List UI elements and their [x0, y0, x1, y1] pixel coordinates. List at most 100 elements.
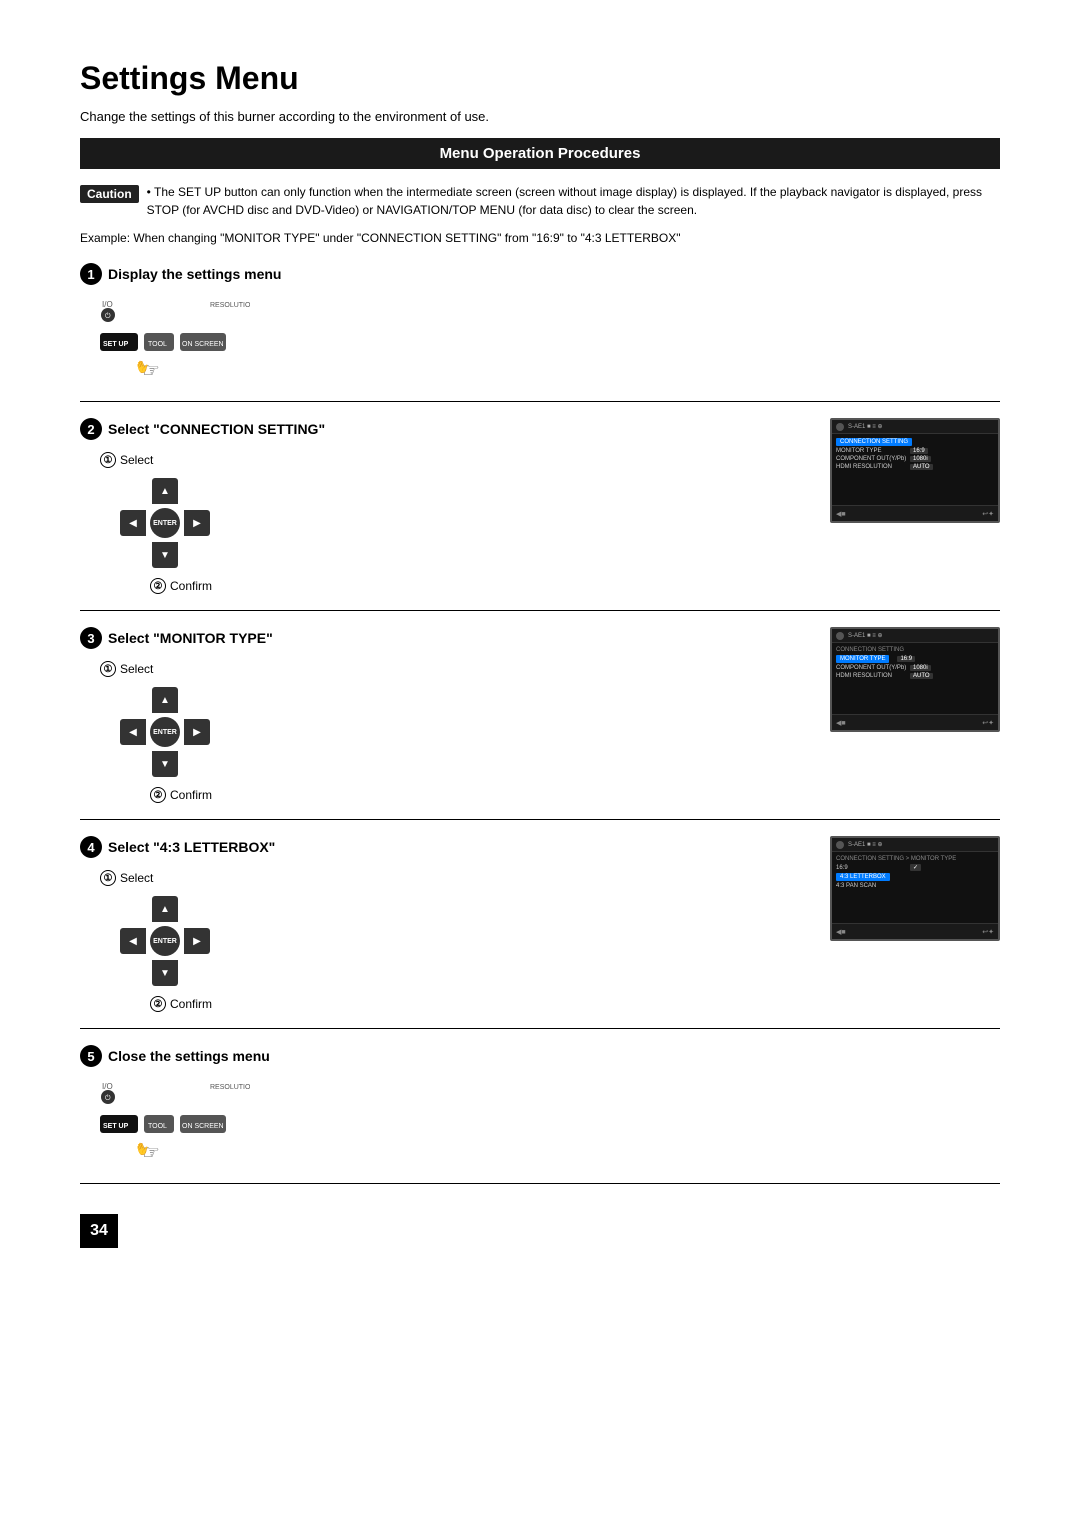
screen-row-2-4: HDMI RESOLUTION AUTO — [836, 464, 994, 470]
svg-text:SET UP: SET UP — [103, 1123, 129, 1130]
svg-text:TOOL: TOOL — [148, 341, 167, 348]
step-2-dpad: ▲ ▼ ◀ ▶ ENTER — [120, 478, 210, 568]
divider-5 — [80, 1183, 1000, 1184]
step-2-row: 2 Select "CONNECTION SETTING" ① Select ▲… — [80, 418, 1000, 594]
step-2-label: Select "CONNECTION SETTING" — [108, 421, 325, 437]
step-4-sub2-label: Confirm — [170, 997, 212, 1011]
screen-label-2-2: COMPONENT OUT(Y/Pb) — [836, 456, 906, 462]
step-4-sub1-label: Select — [120, 871, 153, 885]
screen-body-4: CONNECTION SETTING > MONITOR TYPE 16:9 ✓… — [832, 852, 998, 923]
screen-highlight-4: 4:3 LETTERBOX — [836, 873, 890, 881]
step-3-sub2: ② Confirm — [150, 787, 815, 803]
step-3-sub2-num: ② — [150, 787, 166, 803]
screen-top-text-2: S-AE1 ■ ≡ ⊕ — [848, 423, 883, 430]
step-3-inner: 3 Select "MONITOR TYPE" ① Select ▲ ▼ ◀ ▶ — [80, 627, 815, 803]
screen-body-2: CONNECTION SETTING MONITOR TYPE 16:9 COM… — [832, 434, 998, 505]
svg-text:ON SCREEN: ON SCREEN — [182, 1123, 224, 1130]
step-3-title: 3 Select "MONITOR TYPE" — [80, 627, 815, 649]
screen-label-4-1: 16:9 — [836, 865, 906, 871]
step-3-sub1: ① Select — [100, 661, 815, 677]
screen-bottom-icon-3a: ◀■ — [836, 719, 846, 727]
step-3-dpad: ▲ ▼ ◀ ▶ ENTER — [120, 687, 210, 777]
screen-thumb-4: S-AE1 ■ ≡ ⊕ CONNECTION SETTING > MONITOR… — [830, 836, 1000, 941]
step-4-number: 4 — [80, 836, 102, 858]
screen-bottom-icon-4a: ◀■ — [836, 928, 846, 936]
dpad-enter: ENTER — [150, 508, 180, 538]
screen-label-4-3: 4:3 PAN SCAN — [836, 883, 906, 889]
screen-row-3-2: COMPONENT OUT(Y/Pb) 1080i — [836, 665, 994, 671]
step-3-sub2-label: Confirm — [170, 788, 212, 802]
step-4-dpad-right: ▶ — [184, 928, 210, 954]
caution-text: • The SET UP button can only function wh… — [147, 183, 1000, 219]
screen-row-4-0: CONNECTION SETTING > MONITOR TYPE — [836, 856, 994, 862]
step-2-sub1: ① Select — [100, 452, 815, 468]
svg-text:SET UP: SET UP — [103, 341, 129, 348]
page-number: 34 — [80, 1214, 118, 1248]
screen-label-4-0: CONNECTION SETTING > MONITOR TYPE — [836, 856, 906, 862]
screen-row-2-2: MONITOR TYPE 16:9 — [836, 448, 994, 454]
svg-text:I/O: I/O — [102, 300, 113, 309]
screen-body-3: CONNECTION SETTING MONITOR TYPE 16:9 COM… — [832, 643, 998, 714]
step-1-row: 1 Display the settings menu I/O RESOLUTI… — [80, 263, 1000, 385]
step-1-label: Display the settings menu — [108, 266, 281, 282]
screen-val-4-1: ✓ — [910, 864, 921, 871]
dpad-right: ▶ — [184, 510, 210, 536]
step-3-row: 3 Select "MONITOR TYPE" ① Select ▲ ▼ ◀ ▶ — [80, 627, 1000, 803]
step-4-label: Select "4:3 LETTERBOX" — [108, 839, 275, 855]
step-1-left: 1 Display the settings menu I/O RESOLUTI… — [80, 263, 815, 385]
step-4-content: 4 Select "4:3 LETTERBOX" ① Select ▲ ▼ ◀ … — [80, 836, 1000, 1012]
screen-bottom-icon-4b: ↩✦ — [982, 928, 994, 936]
screen-val-3-1: 16:9 — [897, 656, 915, 662]
step-3-content: 3 Select "MONITOR TYPE" ① Select ▲ ▼ ◀ ▶ — [80, 627, 1000, 803]
step-2-sub1-num: ① — [100, 452, 116, 468]
divider-1 — [80, 401, 1000, 402]
screen-top-2: S-AE1 ■ ≡ ⊕ — [832, 420, 998, 434]
intro-text: Change the settings of this burner accor… — [80, 109, 1000, 124]
svg-text:RESOLUTION: RESOLUTION — [210, 1084, 250, 1091]
step-3-number: 3 — [80, 627, 102, 649]
step-3-label: Select "MONITOR TYPE" — [108, 630, 273, 646]
step-4-title: 4 Select "4:3 LETTERBOX" — [80, 836, 815, 858]
screen-label-2-3: HDMI RESOLUTION — [836, 464, 906, 470]
step-2-title: 2 Select "CONNECTION SETTING" — [80, 418, 815, 440]
screen-top-text-3: S-AE1 ■ ≡ ⊕ — [848, 632, 883, 639]
screen-row-4-2: 4:3 LETTERBOX — [836, 873, 994, 881]
close-remote-svg: I/O RESOLUTION ⏻ SET UP TOOL ON SCREEN ☞… — [100, 1077, 250, 1167]
screen-icon-3 — [836, 632, 844, 640]
caution-box: Caution • The SET UP button can only fun… — [80, 183, 1000, 219]
screen-val-2-1: 16:9 — [910, 448, 928, 454]
screen-bottom-2: ◀■ ↩✦ — [832, 505, 998, 521]
svg-text:RESOLUTION: RESOLUTION — [210, 302, 250, 309]
setup-remote-svg: I/O RESOLUTION ⏻ SET UP TOOL ON SCREEN ☞… — [100, 295, 250, 385]
divider-2 — [80, 610, 1000, 611]
screen-bottom-icon-2b: ↩✦ — [982, 510, 994, 518]
step-5-title: 5 Close the settings menu — [80, 1045, 270, 1067]
step-5-number: 5 — [80, 1045, 102, 1067]
screen-top-4: S-AE1 ■ ≡ ⊕ — [832, 838, 998, 852]
step-4-row: 4 Select "4:3 LETTERBOX" ① Select ▲ ▼ ◀ … — [80, 836, 1000, 1012]
dpad-up: ▲ — [152, 478, 178, 504]
screen-val-2-3: AUTO — [910, 464, 933, 470]
svg-text:⏻: ⏻ — [105, 1094, 111, 1102]
step-4-sub1-num: ① — [100, 870, 116, 886]
step-4-inner: 4 Select "4:3 LETTERBOX" ① Select ▲ ▼ ◀ … — [80, 836, 815, 1012]
screen-row-4-3: 4:3 PAN SCAN — [836, 883, 994, 889]
screen-icon-2 — [836, 423, 844, 431]
step-4-select-confirm: ① Select ▲ ▼ ◀ ▶ ENTER ② — [100, 868, 815, 1012]
svg-text:TOOL: TOOL — [148, 1123, 167, 1130]
screen-label-3-2: COMPONENT OUT(Y/Pb) — [836, 665, 906, 671]
step-3-dpad-enter: ENTER — [150, 717, 180, 747]
step-3-dpad-down: ▼ — [152, 751, 178, 777]
screen-row-3-0: CONNECTION SETTING — [836, 647, 994, 653]
screen-icon-4 — [836, 841, 844, 849]
example-text: Example: When changing "MONITOR TYPE" un… — [80, 229, 1000, 247]
screen-row-4-1: 16:9 ✓ — [836, 864, 994, 871]
step-3-select-confirm: ① Select ▲ ▼ ◀ ▶ ENTER ② — [100, 659, 815, 803]
section-header: Menu Operation Procedures — [80, 138, 1000, 169]
step-1-title: 1 Display the settings menu — [80, 263, 281, 285]
divider-3 — [80, 819, 1000, 820]
step-2-number: 2 — [80, 418, 102, 440]
screen-row-2-3: COMPONENT OUT(Y/Pb) 1080i — [836, 456, 994, 462]
svg-text:⏻: ⏻ — [105, 312, 111, 320]
step-2-sub2-label: Confirm — [170, 579, 212, 593]
